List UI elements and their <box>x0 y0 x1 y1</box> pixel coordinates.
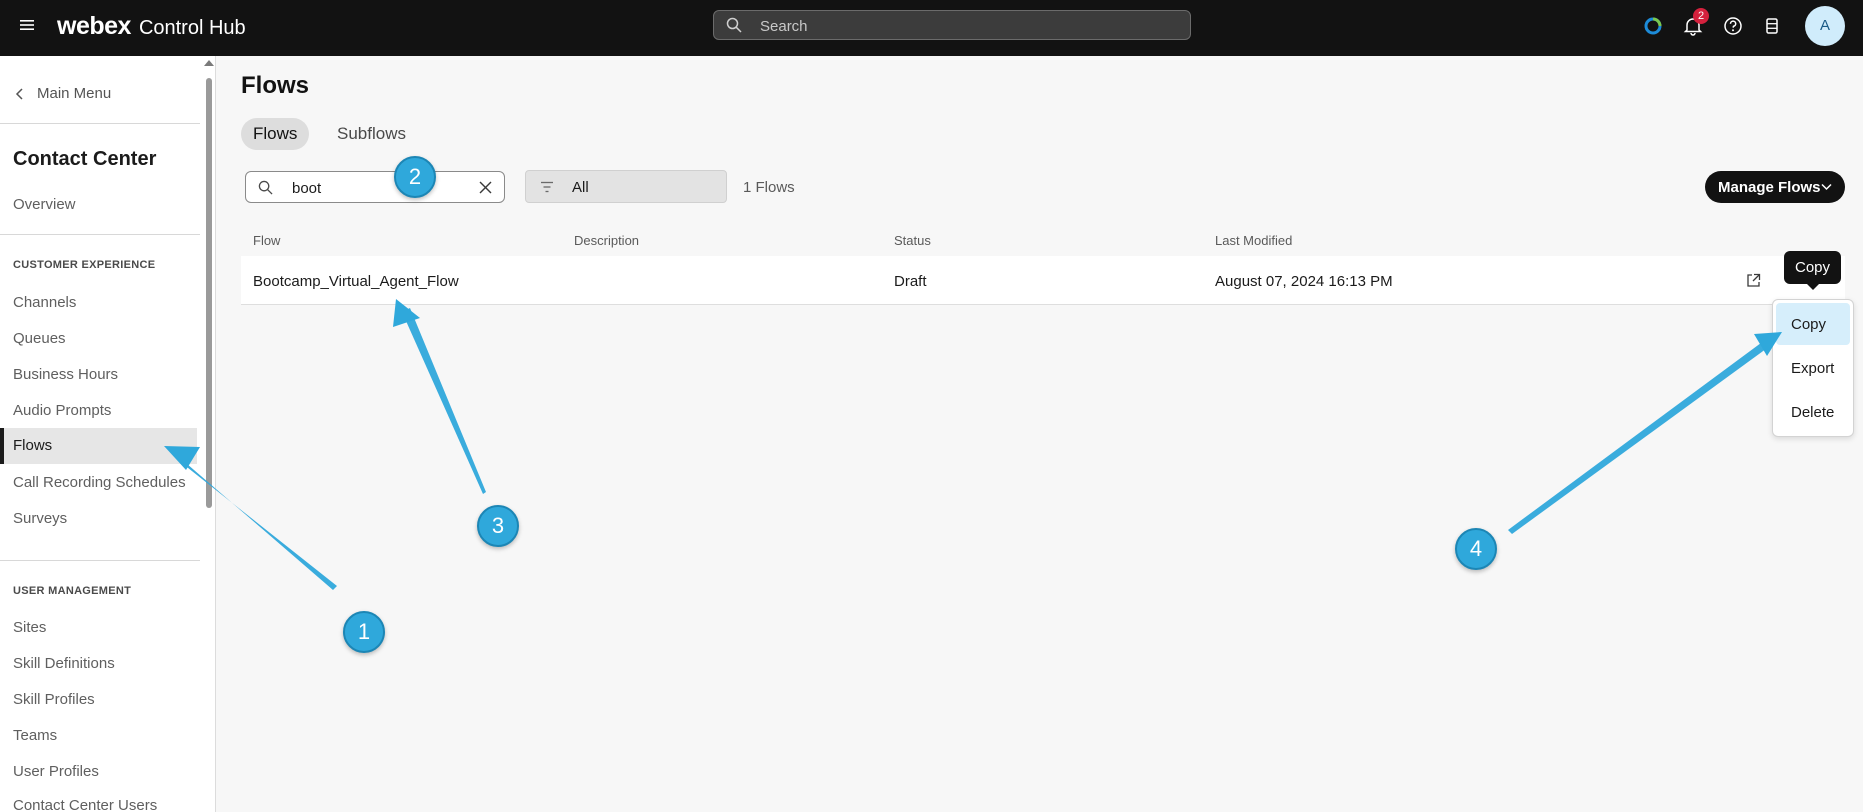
sidebar-divider <box>0 560 200 561</box>
search-icon <box>258 180 273 195</box>
sidebar-item-audio-prompts[interactable]: Audio Prompts <box>13 402 111 419</box>
database-icon[interactable] <box>1762 16 1782 36</box>
section-customer-experience: CUSTOMER EXPERIENCE <box>13 259 156 271</box>
webex-logo: webex <box>57 12 131 40</box>
sidebar-divider <box>0 234 200 235</box>
sidebar-item-teams[interactable]: Teams <box>13 727 57 744</box>
sidebar-item-surveys[interactable]: Surveys <box>13 510 67 527</box>
global-search[interactable] <box>713 10 1191 40</box>
flow-status: Draft <box>894 273 927 290</box>
flow-last-modified: August 07, 2024 16:13 PM <box>1215 273 1393 290</box>
menu-item-label: Delete <box>1791 404 1835 421</box>
clear-icon[interactable] <box>479 181 492 194</box>
sidebar-item-skill-profiles[interactable]: Skill Profiles <box>13 691 95 708</box>
sidebar-item-user-profiles[interactable]: User Profiles <box>13 763 99 780</box>
top-bar: webex Control Hub 2 A <box>0 0 1863 56</box>
tab-flows[interactable]: Flows <box>241 118 310 150</box>
scroll-up-arrow-icon[interactable] <box>204 60 214 66</box>
main-menu-label: Main Menu <box>37 85 112 102</box>
tab-subflows[interactable]: Subflows <box>325 118 418 150</box>
copy-tooltip: Copy <box>1784 251 1841 290</box>
row-actions-menu: Copy Export Delete <box>1772 299 1854 437</box>
notification-badge: 2 <box>1693 8 1709 24</box>
annotation-callout-1: 1 <box>343 611 385 653</box>
annotation-callout-3: 3 <box>477 505 519 547</box>
filter-icon <box>541 181 553 193</box>
column-header-status[interactable]: Status <box>894 233 931 248</box>
sidebar-item-label: Flows <box>13 437 53 454</box>
hamburger-menu-icon[interactable] <box>20 18 34 32</box>
sidebar-item-overview[interactable]: Overview <box>13 196 76 213</box>
status-filter-value: All <box>572 179 589 196</box>
flow-search-input[interactable] <box>290 178 474 198</box>
sidebar-item-business-hours[interactable]: Business Hours <box>13 366 118 383</box>
column-header-last-modified[interactable]: Last Modified <box>1215 233 1292 248</box>
sidebar-item-call-recording-schedules[interactable]: Call Recording Schedules <box>13 474 186 491</box>
product-name: Control Hub <box>138 17 246 39</box>
sidebar-item-skill-definitions[interactable]: Skill Definitions <box>13 655 115 672</box>
flow-name-link[interactable]: Bootcamp_Virtual_Agent_Flow <box>253 273 459 290</box>
main-menu-link[interactable]: Main Menu <box>13 85 111 102</box>
scrollbar-thumb[interactable] <box>206 78 212 508</box>
sidebar-scrollbar[interactable] <box>204 60 214 810</box>
table-row[interactable]: Bootcamp_Virtual_Agent_Flow Draft August… <box>241 256 1845 305</box>
sidebar-item-sites[interactable]: Sites <box>13 619 46 636</box>
help-icon[interactable] <box>1723 16 1743 36</box>
manage-flows-label: Manage Flows <box>1718 179 1821 196</box>
annotation-arrow-4 <box>1508 340 1770 534</box>
column-header-description[interactable]: Description <box>574 233 639 248</box>
annotation-callout-4: 4 <box>1455 528 1497 570</box>
manage-flows-button[interactable]: Manage Flows <box>1705 171 1845 203</box>
column-header-flow[interactable]: Flow <box>253 233 280 248</box>
menu-item-delete[interactable]: Delete <box>1776 391 1850 433</box>
section-user-management: USER MANAGEMENT <box>13 585 132 597</box>
chevron-left-icon <box>15 87 23 100</box>
avatar[interactable]: A <box>1805 6 1845 46</box>
chevron-down-icon <box>1821 183 1832 191</box>
sidebar-title: Contact Center <box>13 148 157 170</box>
menu-item-copy[interactable]: Copy <box>1776 303 1850 345</box>
sidebar: Main Menu Contact Center Overview CUSTOM… <box>0 56 216 812</box>
menu-item-label: Copy <box>1791 316 1827 333</box>
brand[interactable]: webex Control Hub <box>57 12 246 41</box>
global-search-input[interactable] <box>758 15 1172 37</box>
flow-count: 1 Flows <box>743 179 795 196</box>
annotation-arrow-3 <box>402 308 486 494</box>
webex-status-icon[interactable] <box>1643 16 1663 36</box>
menu-item-export[interactable]: Export <box>1776 347 1850 389</box>
sidebar-item-channels[interactable]: Channels <box>13 294 76 311</box>
annotation-callout-2: 2 <box>394 156 436 198</box>
sidebar-item-queues[interactable]: Queues <box>13 330 66 347</box>
search-icon <box>726 17 742 33</box>
page-title: Flows <box>241 72 310 99</box>
sidebar-item-contact-center-users[interactable]: Contact Center Users <box>13 797 157 812</box>
sidebar-item-flows[interactable]: Flows <box>0 428 197 464</box>
menu-item-label: Export <box>1791 360 1835 377</box>
open-external-icon[interactable] <box>1746 273 1761 288</box>
status-filter-dropdown[interactable]: All <box>525 170 727 203</box>
flow-search[interactable] <box>245 171 505 203</box>
sidebar-divider <box>0 123 200 124</box>
